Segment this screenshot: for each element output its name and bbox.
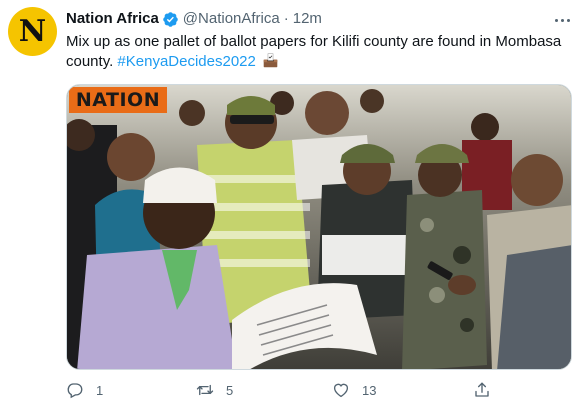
- heart-icon: [333, 383, 349, 398]
- tweet-text: Mix up as one pallet of ballot papers fo…: [66, 32, 576, 72]
- tweet-header: Nation Africa @NationAfrica · 12m: [66, 9, 322, 29]
- avatar-letter: N: [18, 13, 47, 49]
- retweet-icon: [196, 384, 214, 396]
- photo-illustration: [67, 85, 571, 369]
- retweet-count: 5: [226, 382, 234, 398]
- ballot-box-emoji-icon: [263, 53, 278, 68]
- reply-count: 1: [96, 382, 104, 398]
- hashtag-link[interactable]: #KenyaDecides2022: [117, 53, 255, 70]
- avatar[interactable]: N: [8, 7, 57, 56]
- nation-logo: NATION: [69, 87, 167, 113]
- verified-badge-icon: [163, 11, 178, 27]
- retweet-button[interactable]: 5: [196, 379, 233, 401]
- tweet-actions: 1 5 13: [66, 379, 496, 401]
- like-count: 13: [362, 382, 377, 398]
- more-dots-icon[interactable]: [552, 10, 572, 30]
- timestamp[interactable]: 12m: [293, 9, 322, 29]
- display-name[interactable]: Nation Africa: [66, 9, 159, 29]
- reply-icon: [67, 383, 83, 399]
- tweet-photo[interactable]: NATION: [66, 84, 572, 370]
- tweet-card[interactable]: N Nation Africa @NationAfrica · 12m Mix …: [0, 0, 586, 401]
- share-button[interactable]: [473, 379, 491, 401]
- handle[interactable]: @NationAfrica: [183, 9, 280, 29]
- share-icon: [475, 382, 489, 397]
- like-button[interactable]: 13: [332, 379, 376, 401]
- reply-button[interactable]: 1: [66, 379, 103, 401]
- nation-logo-text: NATION: [75, 89, 161, 111]
- header-separator: ·: [283, 10, 289, 27]
